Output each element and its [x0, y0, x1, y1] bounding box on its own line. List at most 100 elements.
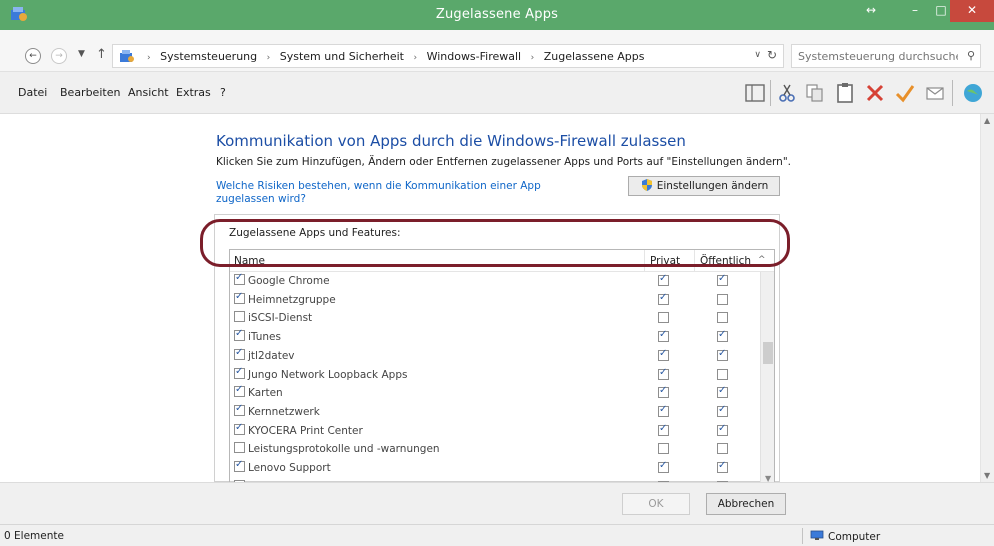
status-bar: 0 Elemente Computer [0, 524, 994, 546]
globe-icon[interactable] [962, 82, 984, 104]
public-checkbox[interactable] [717, 348, 728, 361]
table-row[interactable]: Kernnetzwerk [230, 403, 760, 421]
public-checkbox[interactable] [717, 312, 728, 324]
breadcrumb-windows-firewall[interactable]: Windows-Firewall [427, 50, 522, 63]
search-icon[interactable]: ⚲ [967, 49, 975, 62]
column-header-name[interactable]: Name [234, 255, 265, 267]
app-enabled-checkbox[interactable] [234, 272, 245, 285]
up-arrow-icon[interactable]: ↑ [96, 47, 107, 62]
public-checkbox[interactable] [717, 423, 728, 436]
content-scrollbar[interactable]: ▲ ▼ [980, 114, 994, 482]
private-checkbox[interactable] [658, 460, 669, 473]
private-checkbox[interactable] [658, 292, 669, 305]
public-checkbox[interactable] [717, 329, 728, 343]
public-checkbox[interactable] [717, 443, 728, 455]
app-enabled-checkbox[interactable] [234, 422, 245, 435]
private-checkbox[interactable] [658, 443, 669, 455]
public-checkbox[interactable] [717, 460, 728, 473]
delete-icon[interactable] [864, 82, 886, 104]
breadcrumb-separator[interactable]: › [531, 53, 535, 63]
chevron-down-icon[interactable]: ∨ [754, 50, 761, 60]
app-enabled-checkbox[interactable] [234, 459, 245, 472]
ok-button[interactable]: OK [622, 493, 690, 515]
private-checkbox[interactable] [658, 423, 669, 436]
column-header-public[interactable]: Öffentlich [700, 255, 751, 267]
public-checkbox[interactable] [717, 385, 728, 399]
private-checkbox[interactable] [658, 367, 669, 380]
table-row[interactable]: Heimnetzgruppe [230, 291, 760, 309]
history-dropdown-icon[interactable]: ▼ [78, 49, 85, 59]
column-divider[interactable] [644, 250, 645, 272]
menu-ansicht[interactable]: Ansicht [128, 86, 169, 99]
window-title: Zugelassene Apps [435, 7, 559, 22]
table-row[interactable]: iSCSI-Dienst [230, 309, 760, 327]
mail-icon[interactable] [924, 82, 946, 104]
app-enabled-checkbox[interactable] [234, 347, 245, 360]
private-checkbox[interactable] [658, 385, 669, 399]
scroll-up-icon[interactable]: ▲ [984, 116, 990, 125]
list-scrollbar[interactable]: ▼ [760, 272, 774, 482]
search-input[interactable] [798, 48, 958, 64]
app-name-label: jtl2datev [248, 349, 295, 362]
public-checkbox[interactable] [717, 368, 728, 380]
app-enabled-checkbox[interactable] [234, 403, 245, 416]
breadcrumb-zugelassene-apps[interactable]: Zugelassene Apps [544, 50, 645, 63]
toolbar-separator [770, 80, 771, 106]
table-row[interactable]: Karten [230, 384, 760, 402]
public-checkbox[interactable] [717, 273, 728, 286]
column-divider[interactable] [694, 250, 695, 272]
table-row[interactable]: Jungo Network Loopback Apps [230, 366, 760, 384]
private-checkbox[interactable] [658, 348, 669, 361]
risk-info-link[interactable]: Welche Risiken bestehen, wenn die Kommun… [216, 180, 596, 206]
breadcrumb-system-und-sicherheit[interactable]: System und Sicherheit [280, 50, 404, 63]
menu-bearbeiten[interactable]: Bearbeiten [60, 86, 120, 99]
breadcrumb-separator[interactable]: › [267, 53, 271, 63]
list-rows: Google Chrome Heimnetzgruppe iSCSI-Dienst i… [230, 272, 760, 482]
breadcrumb-systemsteuerung[interactable]: Systemsteuerung [160, 50, 257, 63]
copy-icon[interactable] [804, 82, 826, 104]
private-checkbox[interactable] [658, 312, 669, 324]
list-scrollbar-thumb[interactable] [763, 342, 773, 364]
layout-icon[interactable] [744, 82, 766, 104]
public-checkbox[interactable] [717, 293, 728, 305]
change-settings-button[interactable]: Einstellungen ändern [628, 176, 780, 196]
app-enabled-checkbox[interactable] [234, 384, 245, 398]
app-name-label: KYOCERA Print Center [248, 424, 363, 437]
scroll-down-icon[interactable]: ▼ [984, 471, 990, 480]
address-field[interactable]: › Systemsteuerung › System und Sicherhei… [112, 44, 784, 68]
table-row[interactable]: Leistungsprotokolle und -warnungen [230, 440, 760, 458]
close-button[interactable]: ✕ [950, 0, 994, 22]
table-row[interactable]: jtl2datev [230, 347, 760, 365]
cancel-button[interactable]: Abbrechen [706, 493, 786, 515]
resize-arrows-icon[interactable]: ↔ [854, 0, 888, 22]
table-row[interactable]: Google Chrome [230, 272, 760, 290]
app-enabled-checkbox[interactable] [234, 366, 245, 379]
private-checkbox[interactable] [658, 329, 669, 343]
table-row[interactable]: Lenovo Support [230, 459, 760, 477]
chevron-up-icon[interactable]: ^ [758, 255, 766, 265]
private-checkbox[interactable] [658, 404, 669, 417]
public-checkbox[interactable] [717, 404, 728, 417]
breadcrumb-separator[interactable]: › [413, 53, 417, 63]
table-row[interactable]: KYOCERA Print Center [230, 422, 760, 440]
refresh-icon[interactable]: ↻ [767, 48, 777, 62]
allowed-apps-group: Zugelassene Apps und Features: Name Priv… [214, 214, 780, 483]
menu-datei[interactable]: Datei [18, 86, 47, 99]
app-name-cell: Leistungsprotokolle und -warnungen [234, 442, 440, 455]
menu-help[interactable]: ? [220, 86, 226, 99]
app-name-label: Google Chrome [248, 275, 330, 287]
forward-arrow-icon[interactable]: → [51, 48, 67, 64]
table-row[interactable]: iTunes [230, 328, 760, 346]
column-header-private[interactable]: Privat [650, 255, 680, 267]
private-checkbox[interactable] [658, 273, 669, 286]
app-enabled-checkbox[interactable] [234, 291, 245, 304]
menu-extras[interactable]: Extras [176, 86, 211, 99]
paste-icon[interactable] [834, 82, 856, 104]
cut-icon[interactable] [776, 82, 798, 104]
app-enabled-checkbox[interactable] [234, 328, 245, 342]
app-enabled-checkbox[interactable] [234, 311, 245, 323]
app-enabled-checkbox[interactable] [234, 442, 245, 454]
app-name-cell: Jungo Network Loopback Apps [234, 366, 407, 381]
back-arrow-icon[interactable]: ← [25, 48, 41, 64]
apply-check-icon[interactable] [894, 82, 916, 104]
